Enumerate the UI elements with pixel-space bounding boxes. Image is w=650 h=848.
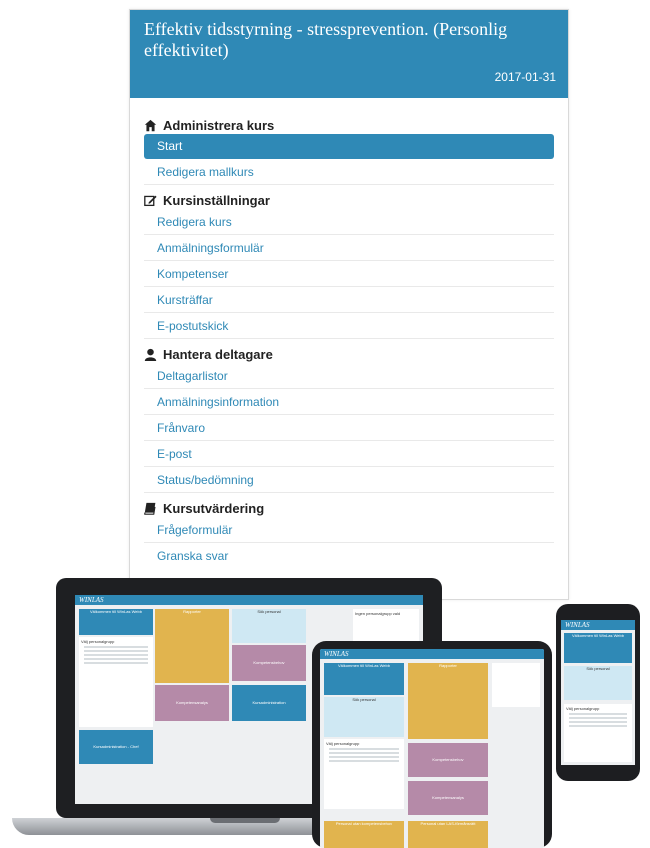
user-icon <box>144 348 157 361</box>
phone-app-bar: WINLAS <box>561 620 635 630</box>
laptop-hinge <box>210 818 280 823</box>
menu-item-kompetenser[interactable]: Kompetenser <box>144 261 554 287</box>
menu-item-franvaro[interactable]: Frånvaro <box>144 415 554 441</box>
menu-item-redigera-kurs[interactable]: Redigera kurs <box>144 209 554 235</box>
personnel-group-tile: Välj personalgrupp <box>324 739 404 809</box>
competence-needs-tile[interactable]: Kompetensbehov <box>232 645 306 681</box>
reports-tile[interactable]: Rapporter <box>155 609 229 683</box>
section-kursutvardering: Kursutvärdering <box>144 499 554 517</box>
laptop-app-bar: WINLAS <box>75 595 423 605</box>
course-header: Effektiv tidsstyrning - stressprevention… <box>130 10 568 98</box>
tablet-device: WINLAS Välkommen till WinLas Webb Sök pe… <box>312 641 552 848</box>
course-admin-chef-tile[interactable]: Kursadministration - Chef <box>79 730 153 764</box>
section-title: Hantera deltagare <box>163 346 273 362</box>
staff-missing-las-tile[interactable]: Personal utan LAS-förmånsrätt <box>408 821 488 848</box>
menu-item-anmalningsformular[interactable]: Anmälningsformulär <box>144 235 554 261</box>
section-administrera-kurs: Administrera kurs <box>144 116 554 134</box>
course-date: 2017-01-31 <box>494 70 556 84</box>
section-title: Kursutvärdering <box>163 500 265 516</box>
section-title: Kursinställningar <box>163 192 270 208</box>
home-icon <box>144 119 157 131</box>
staff-missing-tile[interactable]: Personal utan kompetensbehov <box>324 821 404 848</box>
reports-tile[interactable]: Rapporter <box>408 663 488 739</box>
search-tile[interactable]: Sök personal <box>232 609 306 643</box>
menu-item-e-post[interactable]: E-post <box>144 441 554 467</box>
competence-analysis-tile[interactable]: Kompetensanalys <box>155 685 229 721</box>
welcome-tile: Välkommen till WinLas Webb <box>324 663 404 695</box>
book-icon <box>144 502 156 515</box>
section-title: Administrera kurs <box>163 117 275 133</box>
menu-item-frageformular[interactable]: Frågeformulär <box>144 517 554 543</box>
tablet-screen: WINLAS Välkommen till WinLas Webb Sök pe… <box>320 649 544 848</box>
section-kursinstallningar: Kursinställningar <box>144 191 554 209</box>
phone-device: WINLAS Välkommen till WinLas Webb Sök pe… <box>556 604 640 781</box>
course-menu: Administrera kurs Start Redigera mallkur… <box>130 98 568 569</box>
menu-item-start[interactable]: Start <box>144 134 554 159</box>
course-title: Effektiv tidsstyrning - stressprevention… <box>144 19 508 60</box>
phone-screen: WINLAS Välkommen till WinLas Webb Sök pe… <box>561 620 635 765</box>
app-logo: WINLAS <box>79 596 104 604</box>
competence-analysis-tile[interactable]: Kompetensanalys <box>408 781 488 815</box>
menu-item-redigera-mallkurs[interactable]: Redigera mallkurs <box>144 159 554 185</box>
competence-needs-tile[interactable]: Kompetensbehov <box>408 743 488 777</box>
tablet-app-bar: WINLAS <box>320 649 544 659</box>
menu-item-e-postutskick[interactable]: E-postutskick <box>144 313 554 339</box>
welcome-tile: Välkommen till WinLas Webb <box>79 609 153 635</box>
search-tile[interactable]: Sök personal <box>324 697 404 737</box>
personnel-group-tile: Välj personalgrupp <box>79 637 153 727</box>
course-menu-panel: Effektiv tidsstyrning - stressprevention… <box>129 9 569 600</box>
edit-icon <box>144 195 157 206</box>
search-tile[interactable]: Sök personal <box>564 666 632 700</box>
welcome-tile: Välkommen till WinLas Webb <box>564 633 632 663</box>
menu-item-deltagarlistor[interactable]: Deltagarlistor <box>144 363 554 389</box>
course-admin-tile[interactable]: Kursadministration <box>232 685 306 721</box>
no-group-panel <box>492 663 540 707</box>
menu-item-granska-svar[interactable]: Granska svar <box>144 543 554 569</box>
menu-item-kurstraffar[interactable]: Kursträffar <box>144 287 554 313</box>
menu-item-status-bedomning[interactable]: Status/bedömning <box>144 467 554 493</box>
personnel-group-tile: Välj personalgrupp <box>564 704 632 762</box>
section-hantera-deltagare: Hantera deltagare <box>144 345 554 363</box>
menu-item-anmalningsinformation[interactable]: Anmälningsinformation <box>144 389 554 415</box>
